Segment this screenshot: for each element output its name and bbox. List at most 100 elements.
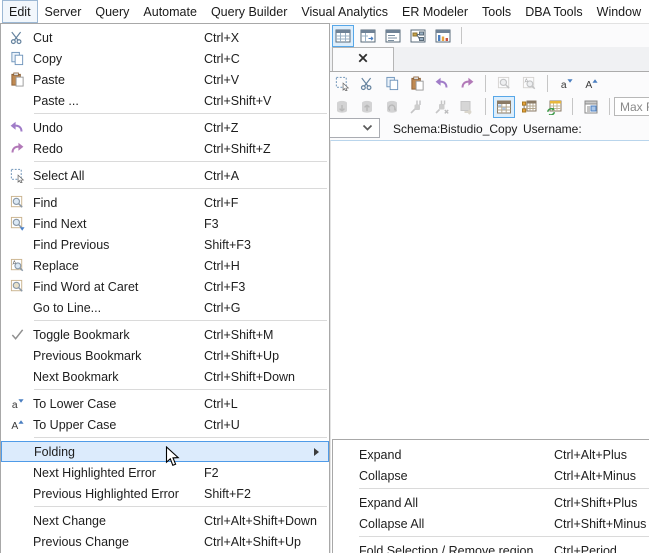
menu-item-label: Collapse All (359, 516, 425, 531)
menu-item-collapse-all[interactable]: Collapse All Ctrl+Shift+Minus (333, 513, 649, 534)
grid-view-icon[interactable] (332, 24, 354, 47)
menu-item-label: Redo (33, 141, 63, 156)
menu-item-shortcut: Ctrl+Shift+Z (204, 141, 271, 156)
menu-item-label: Undo (33, 120, 63, 135)
menu-item-paste[interactable]: Paste ... Ctrl+Shift+V (1, 90, 329, 111)
svg-text:A: A (11, 421, 18, 432)
menu-item-shortcut: Ctrl+V (204, 72, 240, 87)
menu-item-previous-bookmark[interactable]: Previous Bookmark Ctrl+Shift+Up (1, 345, 329, 366)
menu-item-find-previous[interactable]: Find Previous Shift+F3 (1, 234, 329, 255)
app-window: Edit Server Query Automate Query Builder… (0, 0, 649, 553)
menu-item-cut[interactable]: Cut Ctrl+X (1, 27, 329, 48)
svg-text:a: a (560, 80, 566, 91)
menu-item-fold-selection-remove-region[interactable]: Fold Selection / Remove region Ctrl+Peri… (333, 540, 649, 553)
copy-icon[interactable] (381, 73, 403, 95)
menu-separator (359, 536, 649, 537)
menu-item-previous-change[interactable]: Previous Change Ctrl+Alt+Shift+Up (1, 531, 329, 552)
menubar-item-dba-tools[interactable]: DBA Tools (518, 0, 589, 23)
menu-item-collapse[interactable]: Collapse Ctrl+Alt+Minus (333, 465, 649, 486)
replace-icon[interactable]: A (518, 73, 540, 95)
menu-item-folding[interactable]: Folding (1, 441, 329, 462)
pivot-view-icon[interactable] (357, 25, 379, 47)
max-results-input[interactable] (614, 97, 649, 116)
menu-item-label: Go to Line... (33, 300, 102, 315)
undo-icon (1, 120, 33, 136)
menu-item-find-word-at-caret[interactable]: Find Word at Caret Ctrl+F3 (1, 276, 329, 297)
menu-item-to-upper-case[interactable]: A To Upper Case Ctrl+U (1, 414, 329, 435)
undo-icon[interactable] (431, 73, 453, 95)
menu-item-shortcut: Ctrl+Shift+Up (204, 348, 280, 363)
cut-icon[interactable] (356, 73, 378, 95)
menu-item-toggle-bookmark[interactable]: Toggle Bookmark Ctrl+Shift+M (1, 324, 329, 345)
menu-item-to-lower-case[interactable]: a To Lower Case Ctrl+L (1, 393, 329, 414)
menu-separator (34, 113, 327, 114)
menu-item-label: Next Highlighted Error (33, 465, 156, 480)
db-commit-icon[interactable] (331, 96, 353, 118)
select-all-icon[interactable] (331, 73, 353, 95)
menu-item-redo[interactable]: Redo Ctrl+Shift+Z (1, 138, 329, 159)
menubar-item-edit[interactable]: Edit (2, 0, 38, 23)
plug-icon[interactable] (406, 96, 428, 118)
menu-item-paste[interactable]: Paste Ctrl+V (1, 69, 329, 90)
menubar-item-er-modeler[interactable]: ER Modeler (395, 0, 475, 23)
form-view-icon[interactable] (382, 25, 404, 47)
menubar-item-label: Query Builder (210, 4, 288, 19)
menubar-item-window[interactable]: Window (590, 0, 648, 23)
menu-item-copy[interactable]: Copy Ctrl+C (1, 48, 329, 69)
menubar-item-tools[interactable]: Tools (475, 0, 518, 23)
copy-icon (1, 51, 33, 66)
menu-item-find[interactable]: Find Ctrl+F (1, 192, 329, 213)
auto-commit-icon[interactable] (456, 96, 478, 118)
menu-item-shortcut: Ctrl+C (204, 51, 240, 66)
menu-item-label: Expand All (359, 495, 419, 510)
menubar-item-label: ER Modeler (402, 4, 468, 19)
check-icon (1, 327, 33, 342)
er-view-icon[interactable] (407, 25, 429, 47)
menu-item-next-bookmark[interactable]: Next Bookmark Ctrl+Shift+Down (1, 366, 329, 387)
find-icon[interactable] (493, 73, 515, 95)
menu-item-go-to-line[interactable]: Go to Line... Ctrl+G (1, 297, 329, 318)
schema-value: Bistudio_Copy (440, 122, 518, 136)
menubar-item-query[interactable]: Query (88, 0, 136, 23)
results-refresh-icon[interactable] (543, 96, 565, 118)
close-icon[interactable] (357, 51, 369, 69)
menu-item-shortcut: Ctrl+A (204, 168, 240, 183)
menu-item-expand-all[interactable]: Expand All Ctrl+Shift+Plus (333, 492, 649, 513)
menu-item-find-next[interactable]: Find Next F3 (1, 213, 329, 234)
db-exec-icon[interactable] (381, 96, 403, 118)
menu-item-label: Select All (33, 168, 85, 183)
view-toolbar-icons (332, 24, 466, 47)
svg-text:A: A (585, 80, 592, 91)
menu-item-shortcut: Ctrl+U (204, 417, 240, 432)
results-grid-icon[interactable] (493, 95, 515, 118)
menubar-item-query-builder[interactable]: Query Builder (204, 0, 294, 23)
chevron-down-icon (362, 121, 373, 135)
form-window-icon[interactable] (580, 96, 602, 118)
menu-item-undo[interactable]: Undo Ctrl+Z (1, 117, 329, 138)
menu-item-label: Find Previous (33, 237, 110, 252)
separator (461, 27, 462, 44)
menu-item-replace[interactable]: A Replace Ctrl+H (1, 255, 329, 276)
menubar-item-visual-analytics[interactable]: Visual Analytics (294, 0, 395, 23)
menubar-item-automate[interactable]: Automate (136, 0, 204, 23)
menu-item-previous-highlighted-error[interactable]: Previous Highlighted Error Shift+F2 (1, 483, 329, 504)
menu-separator (34, 320, 327, 321)
paste-icon[interactable] (406, 73, 428, 95)
editor-tab[interactable] (332, 47, 394, 71)
lower-case-icon[interactable]: a (555, 73, 577, 95)
menu-item-label: Collapse (359, 468, 408, 483)
menu-item-next-change[interactable]: Next Change Ctrl+Alt+Shift+Down (1, 510, 329, 531)
db-rollback-icon[interactable] (356, 96, 378, 118)
menu-item-shortcut: Ctrl+Period (554, 543, 617, 553)
chart-view-icon[interactable] (432, 25, 454, 47)
separator (572, 98, 573, 115)
menu-item-label: Folding (34, 444, 75, 459)
results-tree-icon[interactable] (518, 96, 540, 118)
redo-icon[interactable] (456, 73, 478, 95)
plug-off-icon[interactable] (431, 96, 453, 118)
menu-item-next-highlighted-error[interactable]: Next Highlighted Error F2 (1, 462, 329, 483)
menu-item-select-all[interactable]: Select All Ctrl+A (1, 165, 329, 186)
menubar-item-server[interactable]: Server (38, 0, 89, 23)
menu-item-expand[interactable]: Expand Ctrl+Alt+Plus (333, 444, 649, 465)
upper-case-icon[interactable]: A (580, 73, 602, 95)
